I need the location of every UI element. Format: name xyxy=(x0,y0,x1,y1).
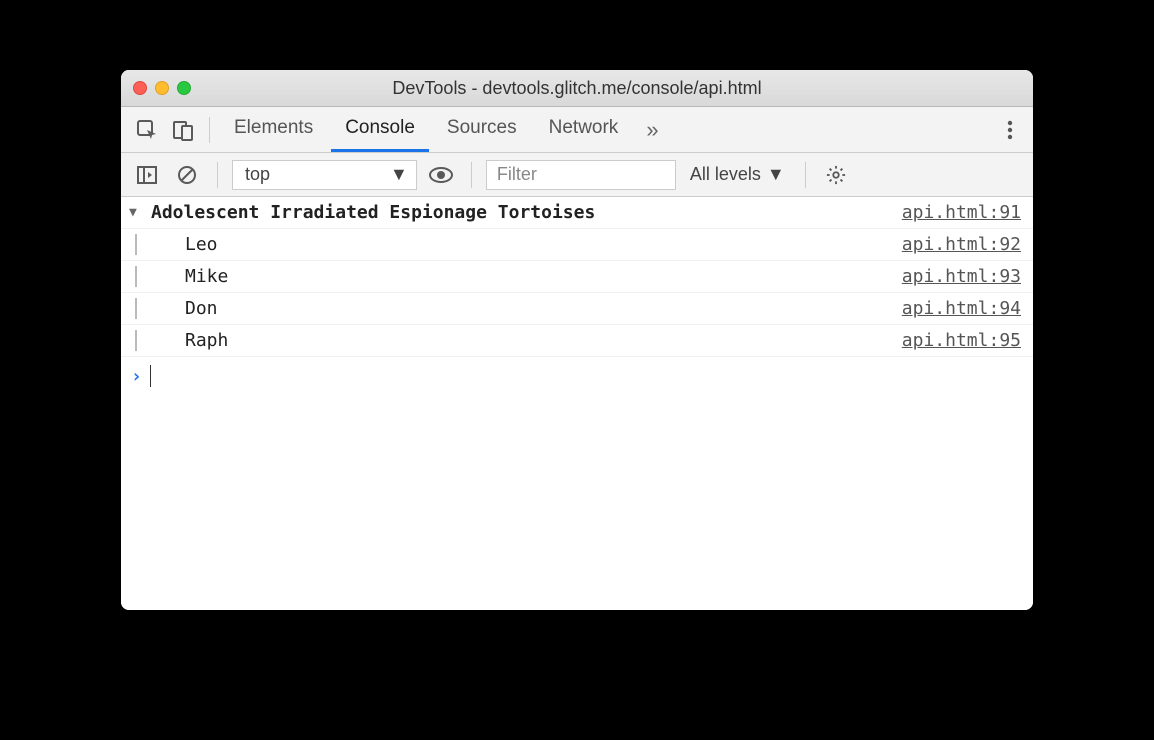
window-titlebar: DevTools - devtools.glitch.me/console/ap… xyxy=(121,70,1033,107)
chevron-down-icon: ▼ xyxy=(767,164,785,185)
source-link[interactable]: api.html:93 xyxy=(902,266,1021,287)
divider xyxy=(805,162,806,188)
console-group-header[interactable]: ▼ Adolescent Irradiated Espionage Tortoi… xyxy=(121,197,1033,229)
context-label: top xyxy=(245,164,270,185)
console-message: Mike api.html:93 xyxy=(121,261,1033,293)
source-link[interactable]: api.html:92 xyxy=(902,234,1021,255)
console-group-children: Leo api.html:92 Mike api.html:93 Don api… xyxy=(121,229,1033,357)
window-title: DevTools - devtools.glitch.me/console/ap… xyxy=(121,78,1033,99)
more-tabs-button[interactable]: » xyxy=(636,117,668,143)
tab-sources[interactable]: Sources xyxy=(433,107,531,152)
prompt-caret-icon: › xyxy=(131,366,142,387)
main-tabs-bar: Elements Console Sources Network » xyxy=(121,107,1033,153)
source-link[interactable]: api.html:95 xyxy=(902,330,1021,351)
chevron-down-icon: ▼ xyxy=(390,164,408,185)
devtools-window: DevTools - devtools.glitch.me/console/ap… xyxy=(121,70,1033,610)
tab-elements[interactable]: Elements xyxy=(220,107,327,152)
message-text: Don xyxy=(155,298,218,319)
console-settings-icon[interactable] xyxy=(820,159,852,191)
tab-label: Sources xyxy=(447,117,517,139)
tab-label: Elements xyxy=(234,117,313,139)
live-expression-icon[interactable] xyxy=(425,159,457,191)
divider xyxy=(217,162,218,188)
window-controls xyxy=(133,81,191,95)
tab-console[interactable]: Console xyxy=(331,107,429,152)
execution-context-selector[interactable]: top ▼ xyxy=(232,160,417,190)
levels-label: All levels xyxy=(690,164,761,185)
inspect-element-icon[interactable] xyxy=(131,114,163,146)
divider xyxy=(471,162,472,188)
console-toolbar: top ▼ All levels ▼ xyxy=(121,153,1033,197)
divider xyxy=(209,117,210,143)
message-text: Raph xyxy=(155,330,228,351)
source-link[interactable]: api.html:94 xyxy=(902,298,1021,319)
close-window-button[interactable] xyxy=(133,81,147,95)
clear-console-icon[interactable] xyxy=(171,159,203,191)
tab-network[interactable]: Network xyxy=(535,107,633,152)
menu-button[interactable] xyxy=(997,119,1023,141)
console-prompt[interactable]: › xyxy=(121,357,1033,395)
console-output: ▼ Adolescent Irradiated Espionage Tortoi… xyxy=(121,197,1033,610)
tab-label: Console xyxy=(345,117,415,139)
console-message: Raph api.html:95 xyxy=(121,325,1033,357)
group-title: Adolescent Irradiated Espionage Tortoise… xyxy=(151,202,595,223)
tab-label: Network xyxy=(549,117,619,139)
device-toolbar-icon[interactable] xyxy=(167,114,199,146)
show-console-sidebar-icon[interactable] xyxy=(131,159,163,191)
disclosure-triangle-icon[interactable]: ▼ xyxy=(129,205,145,220)
text-cursor xyxy=(150,365,151,387)
message-text: Mike xyxy=(155,266,228,287)
message-text: Leo xyxy=(155,234,218,255)
log-levels-selector[interactable]: All levels ▼ xyxy=(684,164,791,185)
source-link[interactable]: api.html:91 xyxy=(902,202,1021,223)
console-message: Leo api.html:92 xyxy=(121,229,1033,261)
overflow-label: » xyxy=(646,117,658,142)
minimize-window-button[interactable] xyxy=(155,81,169,95)
filter-input[interactable] xyxy=(486,160,676,190)
console-message: Don api.html:94 xyxy=(121,293,1033,325)
maximize-window-button[interactable] xyxy=(177,81,191,95)
